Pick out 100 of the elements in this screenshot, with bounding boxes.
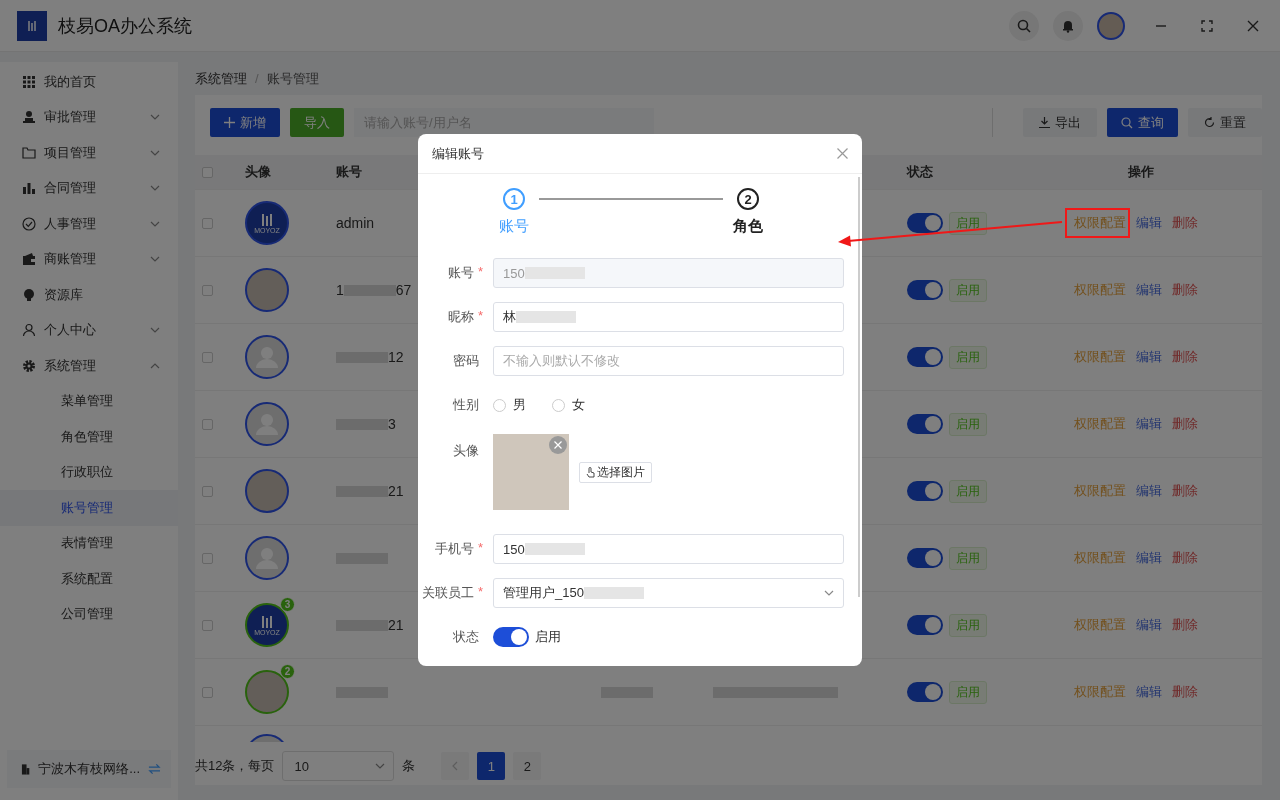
toggle-switch[interactable] [907,615,943,635]
permission-link[interactable]: 权限配置 [1074,616,1126,634]
page-button[interactable]: 1 [477,752,506,780]
permission-link[interactable]: 权限配置 [1074,683,1126,701]
step-number[interactable]: 1 [503,188,525,210]
row-checkbox[interactable] [202,217,213,229]
folder-icon [22,145,36,160]
step-number[interactable]: 2 [737,188,759,210]
edit-link[interactable]: 编辑 [1136,683,1162,701]
submenu-item[interactable]: 行政职位 [0,454,178,490]
field-label: 关联员工 [421,584,474,602]
permission-link[interactable]: 权限配置 [1074,348,1126,366]
switch-label: 启用 [535,628,561,646]
menu-item[interactable]: 合同管理 [0,170,178,206]
delete-link[interactable]: 删除 [1172,214,1198,232]
bar-chart-icon [22,181,36,196]
import-button[interactable]: 导入 [290,108,344,137]
edit-link[interactable]: 编辑 [1136,214,1162,232]
swap-icon[interactable] [148,763,161,775]
submenu-item[interactable]: 账号管理 [0,490,178,526]
delete-link[interactable]: 删除 [1172,616,1198,634]
add-button[interactable]: 新增 [210,108,280,137]
edit-link[interactable]: 编辑 [1136,415,1162,433]
edit-link[interactable]: 编辑 [1136,482,1162,500]
radio-label[interactable]: 男 [513,396,526,414]
delete-link[interactable]: 删除 [1172,549,1198,567]
row-checkbox[interactable] [202,284,213,296]
radio-label[interactable]: 女 [572,396,585,414]
radio-button[interactable] [552,398,565,412]
user-avatar[interactable] [1097,11,1125,40]
menu-item[interactable]: 商账管理 [0,241,178,277]
query-button[interactable]: 查询 [1107,108,1178,137]
export-button[interactable]: 导出 [1023,108,1097,137]
input-field[interactable]: 150 [493,534,844,564]
submenu-item[interactable]: 公司管理 [0,596,178,632]
delete-link[interactable]: 删除 [1172,281,1198,299]
submenu-item[interactable]: 系统配置 [0,561,178,597]
toggle-switch[interactable] [907,682,943,702]
edit-link[interactable]: 编辑 [1136,549,1162,567]
input-field[interactable]: 林 [493,302,844,332]
fullscreen-icon[interactable] [1201,19,1213,32]
input-field[interactable]: 不输入则默认不修改 [493,346,844,376]
reset-button[interactable]: 重置 [1188,108,1262,137]
status-tag: 启用 [949,546,987,570]
menu-item[interactable]: 项目管理 [0,135,178,171]
page-size-select[interactable]: 10 [282,751,395,781]
scrollbar[interactable] [858,177,860,597]
close-icon[interactable] [1247,19,1259,32]
submenu-item[interactable]: 菜单管理 [0,383,178,419]
employee-select[interactable]: 管理用户_150 [493,578,844,608]
breadcrumb-item[interactable]: 系统管理 [195,69,247,88]
row-checkbox[interactable] [202,351,213,363]
page-button[interactable]: 2 [513,752,542,780]
permission-link[interactable]: 权限配置 [1074,215,1126,230]
chevron-down-icon [150,256,160,263]
permission-link[interactable]: 权限配置 [1074,415,1126,433]
menu-item[interactable]: 资源库 [0,277,178,313]
toggle-switch[interactable] [907,481,943,501]
permission-link[interactable]: 权限配置 [1074,281,1126,299]
company-switcher[interactable]: 宁波木有枝网络... [7,750,171,788]
step-label[interactable]: 账号 [499,217,529,236]
toggle-switch[interactable] [493,627,529,647]
user-icon [22,323,36,338]
permission-link[interactable]: 权限配置 [1074,549,1126,567]
search-icon[interactable] [1017,18,1031,33]
toggle-switch[interactable] [907,347,943,367]
field-label: 性别 [453,396,479,414]
select-all-checkbox[interactable] [202,166,213,178]
edit-link[interactable]: 编辑 [1136,281,1162,299]
row-checkbox[interactable] [202,686,213,698]
menu-item[interactable]: 审批管理 [0,99,178,135]
edit-link[interactable]: 编辑 [1136,616,1162,634]
menu-item[interactable]: 我的首页 [0,64,178,100]
toggle-switch[interactable] [907,213,943,233]
close-icon[interactable] [837,148,848,159]
toggle-switch[interactable] [907,280,943,300]
delete-link[interactable]: 删除 [1172,348,1198,366]
delete-link[interactable]: 删除 [1172,482,1198,500]
toggle-switch[interactable] [907,548,943,568]
row-checkbox[interactable] [202,552,213,564]
toggle-switch[interactable] [907,414,943,434]
row-checkbox[interactable] [202,619,213,631]
delete-link[interactable]: 删除 [1172,683,1198,701]
row-checkbox[interactable] [202,485,213,497]
remove-button[interactable] [549,436,567,454]
delete-link[interactable]: 删除 [1172,415,1198,433]
menu-item[interactable]: 个人中心 [0,312,178,348]
bell-icon[interactable] [1061,18,1075,33]
check-circle-icon [22,216,36,231]
choose-image-button[interactable]: 选择图片 [579,461,652,483]
row-checkbox[interactable] [202,418,213,430]
field-label: 头像 [453,442,479,460]
menu-item[interactable]: 系统管理 [0,348,178,384]
radio-button[interactable] [493,398,506,412]
account-text: 21 [388,617,404,633]
edit-link[interactable]: 编辑 [1136,348,1162,366]
submenu-item[interactable]: 角色管理 [0,419,178,455]
permission-link[interactable]: 权限配置 [1074,482,1126,500]
step-label[interactable]: 角色 [733,217,763,236]
menu-item[interactable]: 人事管理 [0,206,178,242]
